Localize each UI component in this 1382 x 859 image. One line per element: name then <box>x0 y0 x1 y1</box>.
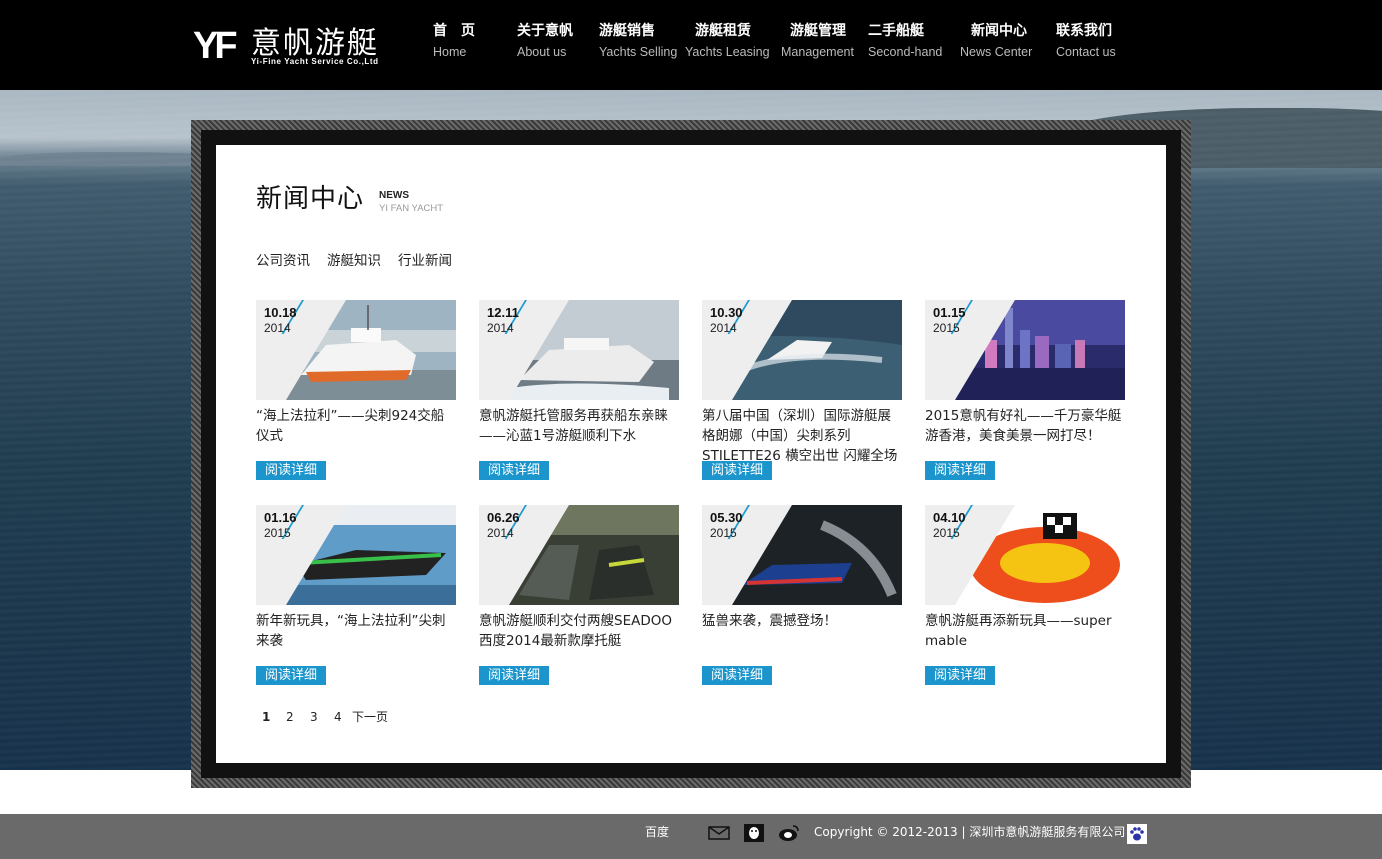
nav-item-news-center[interactable]: 新闻中心 News Center <box>960 22 1060 60</box>
nav-label-cn: 二手船艇 <box>868 23 924 39</box>
news-year: 2014 <box>710 321 737 335</box>
news-title[interactable]: 第八届中国（深圳）国际游艇展格朗娜（中国）尖刺系列STILETTE26 横空出世… <box>702 406 902 466</box>
news-date: 12.11 <box>487 305 519 320</box>
news-title[interactable]: 新年新玩具，“海上法拉利”尖刺来袭 <box>256 611 456 671</box>
news-thumbnail[interactable]: 12.11 2014 <box>479 300 679 400</box>
news-card: 06.26 2014 意帆游艇顺利交付两艘SEADOO西度2014最新款摩托艇 … <box>479 505 679 690</box>
baidu-paw-icon[interactable] <box>1127 824 1149 844</box>
page-subtitle-en: YI FAN YACHT <box>379 203 444 214</box>
qq-icon[interactable] <box>743 823 765 843</box>
page-4[interactable]: 4 <box>334 709 342 725</box>
category-industry-news[interactable]: 行业新闻 <box>398 252 452 270</box>
read-more-button[interactable]: 阅读详细 <box>479 461 549 480</box>
news-date: 06.26 <box>487 510 520 525</box>
news-date: 04.10 <box>933 510 966 525</box>
next-page-link[interactable]: 下一页 <box>352 709 388 725</box>
news-card: 10.30 2014 第八届中国（深圳）国际游艇展格朗娜（中国）尖刺系列STIL… <box>702 300 902 485</box>
nav-item-management[interactable]: 游艇管理 Management <box>781 22 881 60</box>
read-more-button[interactable]: 阅读详细 <box>702 461 772 480</box>
news-title[interactable]: 2015意帆有好礼——千万豪华艇游香港，美食美景一网打尽！ <box>925 406 1125 466</box>
read-more-button[interactable]: 阅读详细 <box>256 666 326 685</box>
news-thumbnail[interactable]: 06.26 2014 <box>479 505 679 605</box>
read-more-button[interactable]: 阅读详细 <box>256 461 326 480</box>
nav-item-yachts-selling[interactable]: 游艇销售 Yachts Selling <box>599 22 699 60</box>
news-year: 2014 <box>264 321 291 335</box>
read-more-button[interactable]: 阅读详细 <box>925 461 995 480</box>
news-year: 2014 <box>487 321 514 335</box>
nav-item-second-hand[interactable]: 二手船艇 Second-hand <box>868 22 968 60</box>
nav-label-en: Second-hand <box>868 45 943 59</box>
logo-tagline: Yi-Fine Yacht Service Co.,Ltd <box>251 57 379 66</box>
news-thumbnail[interactable]: 05.30 2015 <box>702 505 902 605</box>
copyright-text: Copyright © 2012-2013 | 深圳市意帆游艇服务有限公司 <box>814 825 1126 839</box>
news-title[interactable]: 意帆游艇托管服务再获船东亲睐——沁蓝1号游艇顺利下水 <box>479 406 679 466</box>
news-card: 04.10 2015 意帆游艇再添新玩具——super mable 阅读详细 <box>925 505 1125 690</box>
site-logo[interactable]: YF 意帆游艇 Yi-Fine Yacht Service Co.,Ltd <box>193 24 393 70</box>
nav-item-contact[interactable]: 联系我们 Contact us <box>1056 22 1156 60</box>
news-year: 2015 <box>710 526 737 540</box>
news-thumbnail[interactable]: 04.10 2015 <box>925 505 1125 605</box>
read-more-button[interactable]: 阅读详细 <box>925 666 995 685</box>
news-card: 10.18 2014 “海上法拉利”——尖刺924交船仪式 阅读详细 <box>256 300 456 485</box>
news-year: 2014 <box>487 526 514 540</box>
nav-label-en: Management <box>781 45 854 59</box>
nav-label-en: News Center <box>960 45 1033 59</box>
news-date: 05.30 <box>710 510 743 525</box>
news-card: 01.16 2015 新年新玩具，“海上法拉利”尖刺来袭 阅读详细 <box>256 505 456 690</box>
site-header: YF 意帆游艇 Yi-Fine Yacht Service Co.,Ltd 首 … <box>0 0 1382 90</box>
nav-label-cn: 游艇管理 <box>790 23 846 39</box>
news-title[interactable]: “海上法拉利”——尖刺924交船仪式 <box>256 406 456 466</box>
nav-label-en: Yachts Selling <box>599 45 678 59</box>
news-thumbnail[interactable]: 01.16 2015 <box>256 505 456 605</box>
logo-mark: YF <box>193 25 238 67</box>
nav-label-cn: 游艇销售 <box>599 23 655 39</box>
news-thumbnail[interactable]: 01.15 2015 <box>925 300 1125 400</box>
news-thumbnail[interactable]: 10.30 2014 <box>702 300 902 400</box>
news-card: 12.11 2014 意帆游艇托管服务再获船东亲睐——沁蓝1号游艇顺利下水 阅读… <box>479 300 679 485</box>
news-year: 2015 <box>933 321 960 335</box>
category-yacht-knowledge[interactable]: 游艇知识 <box>327 252 381 270</box>
site-footer: 百度 Copyright © 2012-2013 | 深圳市意帆游艇服务有限公司 <box>0 814 1382 859</box>
weibo-icon[interactable] <box>778 823 800 843</box>
news-thumbnail[interactable]: 10.18 2014 <box>256 300 456 400</box>
read-more-button[interactable]: 阅读详细 <box>479 666 549 685</box>
page-2[interactable]: 2 <box>286 709 294 725</box>
news-year: 2015 <box>264 526 291 540</box>
page-title-en: NEWS <box>379 190 409 201</box>
page-3[interactable]: 3 <box>310 709 318 725</box>
baidu-link[interactable]: 百度 <box>645 824 669 840</box>
page-1[interactable]: 1 <box>262 709 270 725</box>
page-title: 新闻中心 <box>256 184 365 214</box>
nav-label-en: Contact us <box>1056 45 1116 59</box>
nav-label-en: Yachts Leasing <box>685 45 770 59</box>
news-date: 10.18 <box>264 305 297 320</box>
news-card: 05.30 2015 猛兽来袭，震撼登场！ 阅读详细 <box>702 505 902 690</box>
news-title[interactable]: 猛兽来袭，震撼登场！ <box>702 611 902 671</box>
nav-label-cn: 联系我们 <box>1056 23 1112 39</box>
nav-item-yachts-leasing[interactable]: 游艇租赁 Yachts Leasing <box>685 22 785 60</box>
mail-icon[interactable] <box>708 823 730 843</box>
nav-label-cn: 游艇租赁 <box>695 23 751 39</box>
news-date: 01.15 <box>933 305 966 320</box>
nav-label-cn: 新闻中心 <box>971 23 1027 39</box>
news-card: 01.15 2015 2015意帆有好礼——千万豪华艇游香港，美食美景一网打尽！… <box>925 300 1125 485</box>
news-year: 2015 <box>933 526 960 540</box>
news-date: 01.16 <box>264 510 297 525</box>
read-more-button[interactable]: 阅读详细 <box>702 666 772 685</box>
news-date: 10.30 <box>710 305 743 320</box>
news-title[interactable]: 意帆游艇再添新玩具——super mable <box>925 611 1125 671</box>
category-company-news[interactable]: 公司资讯 <box>256 252 310 270</box>
news-title[interactable]: 意帆游艇顺利交付两艘SEADOO西度2014最新款摩托艇 <box>479 611 679 671</box>
